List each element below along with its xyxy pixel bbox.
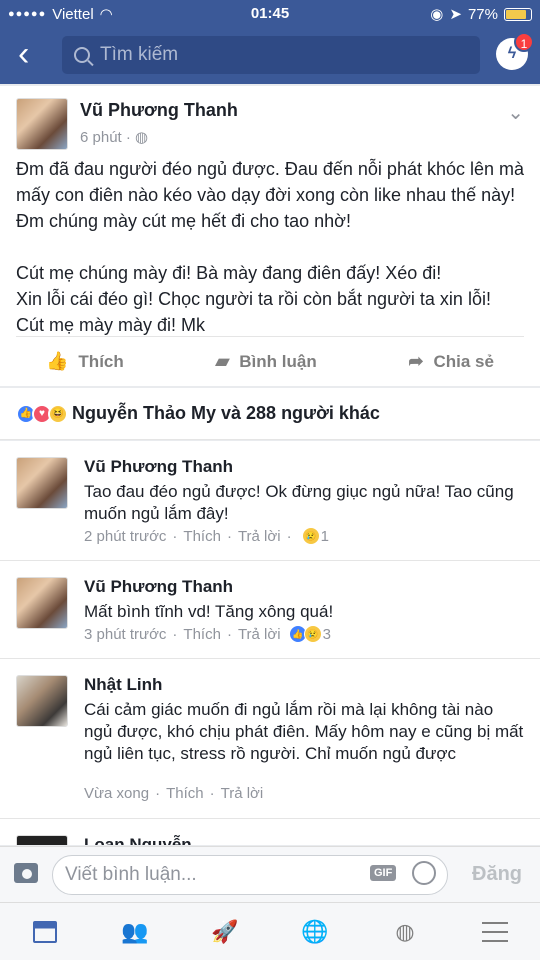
avatar[interactable]	[16, 835, 68, 845]
like-button[interactable]: 👍 Thích	[46, 351, 124, 372]
comment-meta: 3 phút trước · Thích · Trả lời 👍 😢 3	[84, 625, 331, 643]
share-icon: ➦	[408, 351, 424, 371]
comment-time: 2 phút trước	[84, 527, 167, 545]
news-feed-icon	[33, 920, 57, 943]
comment-list: Vũ Phương Thanh Tao đau đéo ngủ được! Ok…	[0, 441, 540, 845]
sad-reaction-icon: 😢	[301, 527, 320, 545]
comment-reply-button[interactable]: Trả lời	[221, 785, 264, 802]
search-placeholder: Tìm kiếm	[100, 44, 179, 65]
globe-icon: ◍	[135, 129, 149, 146]
menu-icon	[482, 921, 508, 942]
avatar[interactable]	[16, 98, 68, 150]
comment-like-button[interactable]: Thích	[183, 626, 221, 643]
chevron-down-icon[interactable]: ⌄	[507, 100, 524, 125]
comment-reaction-count: 1	[320, 527, 329, 545]
comment-like-button[interactable]: Thích	[166, 785, 204, 802]
reactions-summary[interactable]: 👍 ♥ 😆 Nguyễn Thảo My và 288 người khác	[0, 388, 540, 440]
tab-bar: 👥 🚀 🌐 ◍	[0, 902, 540, 960]
rocket-icon: 🚀	[211, 918, 239, 944]
comment-reactions[interactable]: 😢	[301, 527, 320, 545]
nav-bar: ‹ Tìm kiếm ϟ 1	[0, 28, 540, 84]
post-text: Đm đã đau người đéo ngủ được. Đau đến nỗ…	[16, 159, 525, 335]
comment-icon: ▰	[215, 351, 230, 371]
search-input[interactable]: Tìm kiếm	[62, 36, 480, 74]
post-author[interactable]: Vũ Phương Thanh	[80, 100, 238, 121]
comment-reactions[interactable]: 👍 😢	[288, 625, 322, 643]
post-actions: 👍 Thích ▰ Bình luận ➦ Chia sẻ	[16, 336, 524, 386]
avatar[interactable]	[16, 675, 68, 727]
thumbs-up-icon: 👍	[46, 351, 69, 371]
comment-text: Mất bình tĩnh vd! Tăng xông quá!	[84, 602, 334, 621]
post-comment-button[interactable]: Đăng	[472, 863, 522, 886]
tab-notifications[interactable]: 🌐	[295, 912, 335, 952]
comment-author[interactable]: Vũ Phương Thanh	[84, 457, 233, 477]
gif-button[interactable]: GIF	[370, 865, 397, 881]
comment-time: 3 phút trước	[84, 625, 167, 643]
comment-item: Vũ Phương Thanh Tao đau đéo ngủ được! Ok…	[0, 441, 540, 561]
tab-explore[interactable]: 🚀	[205, 912, 245, 952]
messenger-badge: 1	[514, 32, 534, 52]
comment-like-button[interactable]: Thích	[183, 528, 221, 545]
comment-text: Cái cảm giác muốn đi ngủ lắm rồi mà lại …	[84, 700, 524, 763]
post-time[interactable]: 6 phút · ◍	[80, 128, 148, 146]
groups-icon: ◍	[395, 918, 415, 944]
chevron-left-icon: ‹	[18, 35, 30, 73]
comment-text: Tao đau đéo ngủ được! Ok đừng giục ngủ n…	[84, 482, 514, 523]
comment-meta: 2 phút trước · Thích · Trả lời · 😢 1	[84, 527, 329, 545]
tab-groups[interactable]: ◍	[385, 912, 425, 952]
comment-item: Nhật Linh Cái cảm giác muốn đi ngủ lắm r…	[0, 659, 540, 819]
comment-item: Loan Nguyễn	[0, 819, 540, 845]
battery-percent: 77%	[467, 5, 498, 23]
post-card: Vũ Phương Thanh 6 phút · ◍ ⌄ Đm đã đau n…	[0, 86, 540, 386]
comment-reaction-count: 3	[322, 625, 331, 643]
tab-news-feed[interactable]	[25, 912, 65, 952]
comment-author[interactable]: Loan Nguyễn	[84, 835, 192, 845]
camera-icon[interactable]	[14, 863, 38, 883]
search-icon	[74, 47, 90, 63]
comment-author[interactable]: Vũ Phương Thanh	[84, 577, 233, 597]
location-icon: ➤	[449, 6, 462, 23]
tab-friend-requests[interactable]: 👥	[115, 912, 155, 952]
comment-reply-button[interactable]: Trả lời	[238, 626, 281, 643]
comment-meta: Vừa xong · Thích · Trả lời	[84, 785, 264, 802]
comment-reply-button[interactable]: Trả lời	[238, 528, 281, 545]
share-button[interactable]: ➦ Chia sẻ	[408, 351, 494, 372]
globe-icon: 🌐	[301, 918, 329, 944]
emoji-icon[interactable]	[412, 861, 436, 885]
tab-menu[interactable]	[475, 912, 515, 952]
avatar[interactable]	[16, 577, 68, 629]
comment-composer: Viết bình luận... GIF Đăng	[0, 846, 540, 902]
comment-button[interactable]: ▰ Bình luận	[215, 351, 316, 372]
reactions-text: Nguyễn Thảo My và 288 người khác	[72, 403, 380, 423]
avatar[interactable]	[16, 457, 68, 509]
comment-time: Vừa xong	[84, 785, 150, 802]
battery-icon	[504, 7, 532, 21]
back-button[interactable]: ‹	[18, 37, 48, 71]
messenger-button[interactable]: ϟ 1	[496, 32, 534, 70]
lock-rotation-icon: ◉	[430, 6, 444, 23]
comment-author[interactable]: Nhật Linh	[84, 675, 162, 695]
friends-icon: 👥	[121, 918, 149, 944]
status-bar: ●●●●● Viettel ◠ 01:45 ◉ ➤ 77%	[0, 0, 540, 28]
comment-item: Vũ Phương Thanh Mất bình tĩnh vd! Tăng x…	[0, 561, 540, 659]
sad-reaction-icon: 😢	[303, 625, 322, 643]
haha-reaction-icon: 😆	[48, 403, 68, 424]
